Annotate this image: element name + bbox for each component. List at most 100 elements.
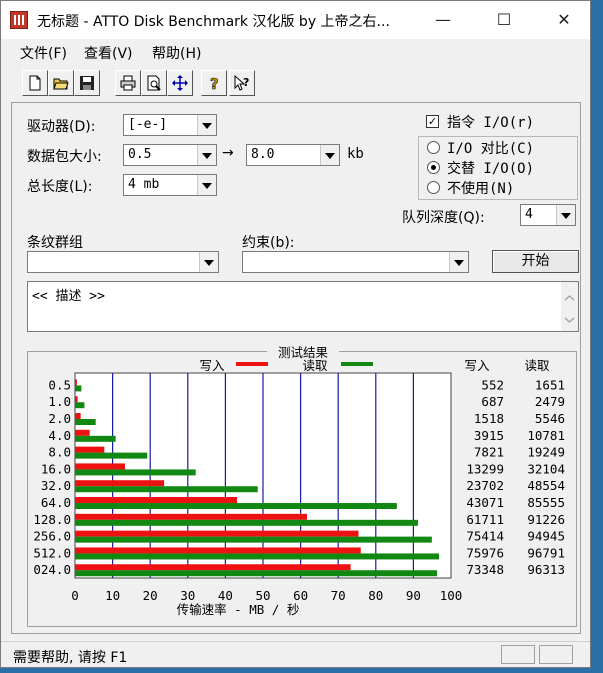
transfer-to-select[interactable]: 8.0 [246, 144, 340, 166]
help-button[interactable]: ? [201, 70, 227, 96]
read-value: 96791 [527, 545, 565, 560]
menu-bar: 文件(F) 查看(V) 帮助(H) [1, 39, 590, 63]
neither-label[interactable]: 不使用(N) [447, 178, 514, 198]
transfer-arrow-icon: → [222, 145, 234, 161]
direct-io-checkbox[interactable]: ✓ [426, 115, 439, 128]
close-button[interactable]: ✕ [541, 1, 587, 39]
chevron-down-icon[interactable] [197, 145, 216, 165]
queue-depth-select[interactable]: 4 [520, 204, 576, 226]
stripe-group-label: 条纹群组 [27, 235, 83, 251]
y-tick-label: 64.0 [41, 495, 71, 510]
transfer-size-label: 数据包大小: [27, 149, 102, 165]
queue-depth-label: 队列深度(Q): [402, 210, 485, 226]
write-value: 23702 [466, 478, 504, 493]
description-box[interactable]: << 描述 >> [27, 281, 579, 332]
read-bar [75, 503, 397, 510]
transfer-to-value: 8.0 [251, 147, 275, 162]
minimize-button[interactable]: — [420, 1, 466, 39]
write-value: 75414 [466, 529, 504, 544]
io-compare-radio[interactable] [427, 141, 440, 154]
read-bar [75, 385, 82, 392]
y-tick-label: 512.0 [33, 545, 71, 560]
x-tick-label: 90 [406, 588, 421, 603]
write-bar [75, 396, 78, 403]
status-pane-2 [539, 645, 573, 664]
x-tick-label: 0 [71, 588, 79, 603]
read-value: 91226 [527, 512, 565, 527]
queue-depth-value: 4 [525, 207, 533, 222]
write-value: 43071 [466, 495, 504, 510]
chevron-down-icon[interactable] [197, 175, 216, 195]
write-value: 3915 [474, 428, 504, 443]
total-length-value: 4 mb [128, 177, 160, 192]
read-bar [75, 469, 196, 476]
menu-view[interactable]: 查看(V) [84, 43, 133, 63]
overlapped-io-radio[interactable] [427, 161, 440, 174]
read-bar [75, 553, 439, 560]
move-button[interactable] [167, 70, 193, 96]
constraint-select[interactable] [242, 251, 469, 273]
window-title: 无标题 - ATTO Disk Benchmark 汉化版 by 上帝之右... [37, 14, 390, 30]
read-value: 96313 [527, 562, 565, 577]
read-bar [75, 519, 418, 526]
neither-radio[interactable] [427, 181, 440, 194]
write-bar [75, 379, 77, 386]
x-tick-label: 80 [368, 588, 383, 603]
write-legend-swatch [236, 362, 268, 366]
chevron-down-icon[interactable] [320, 145, 339, 165]
write-value: 73348 [466, 562, 504, 577]
context-help-button[interactable]: ? [229, 70, 255, 96]
x-tick-label: 30 [180, 588, 195, 603]
chevron-down-icon[interactable] [556, 205, 575, 225]
help-icon: ? [210, 75, 219, 91]
description-text[interactable]: << 描述 >> [32, 285, 105, 304]
read-bar [75, 419, 96, 426]
maximize-button[interactable]: ☐ [481, 1, 527, 39]
toolbar: ? ? [11, 68, 261, 100]
write-legend-label: 写入 [199, 358, 225, 373]
chevron-down-icon[interactable] [197, 115, 216, 135]
total-length-select[interactable]: 4 mb [123, 174, 217, 196]
print-icon [120, 75, 136, 91]
direct-io-label[interactable]: 指令 I/O(r) [447, 112, 534, 132]
read-value: 2479 [535, 394, 565, 409]
write-value: 7821 [474, 445, 504, 460]
menu-file[interactable]: 文件(F) [20, 43, 67, 63]
x-tick-label: 70 [331, 588, 346, 603]
write-value: 13299 [466, 461, 504, 476]
chevron-down-icon[interactable] [449, 252, 468, 272]
save-icon [80, 76, 94, 90]
open-button[interactable] [48, 70, 74, 96]
print-preview-button[interactable] [141, 70, 167, 96]
read-value: 19249 [527, 445, 565, 460]
status-pane-1 [501, 645, 535, 664]
stripe-group-select[interactable] [27, 251, 219, 273]
write-bar [75, 547, 361, 554]
y-tick-label: 024.0 [33, 562, 71, 577]
title-bar[interactable]: 无标题 - ATTO Disk Benchmark 汉化版 by 上帝之右...… [1, 1, 590, 39]
read-bar [75, 452, 148, 459]
description-scrollbar[interactable] [561, 282, 578, 331]
read-legend-swatch [341, 362, 373, 366]
print-button[interactable] [115, 70, 141, 96]
menu-help[interactable]: 帮助(H) [152, 43, 201, 63]
svg-text:?: ? [210, 75, 219, 91]
transfer-from-select[interactable]: 0.5 [123, 144, 217, 166]
y-tick-label: 4.0 [48, 428, 71, 443]
context-help-icon: ? [234, 75, 249, 91]
overlapped-io-label[interactable]: 交替 I/O(O) [447, 158, 534, 178]
y-tick-label: 16.0 [41, 461, 71, 476]
y-tick-label: 32.0 [41, 478, 71, 493]
start-button[interactable]: 开始 [492, 250, 579, 273]
write-bar [75, 497, 238, 504]
new-file-button[interactable] [22, 70, 48, 96]
save-button[interactable] [74, 70, 100, 96]
io-compare-label[interactable]: I/O 对比(C) [447, 138, 534, 158]
y-tick-label: 8.0 [48, 445, 71, 460]
x-tick-label: 60 [293, 588, 308, 603]
chevron-down-icon[interactable] [199, 252, 218, 272]
y-tick-label: 256.0 [33, 529, 71, 544]
x-tick-label: 20 [143, 588, 158, 603]
scroll-arrows-icon[interactable] [561, 282, 578, 331]
drive-select[interactable]: [-e-] [123, 114, 217, 136]
